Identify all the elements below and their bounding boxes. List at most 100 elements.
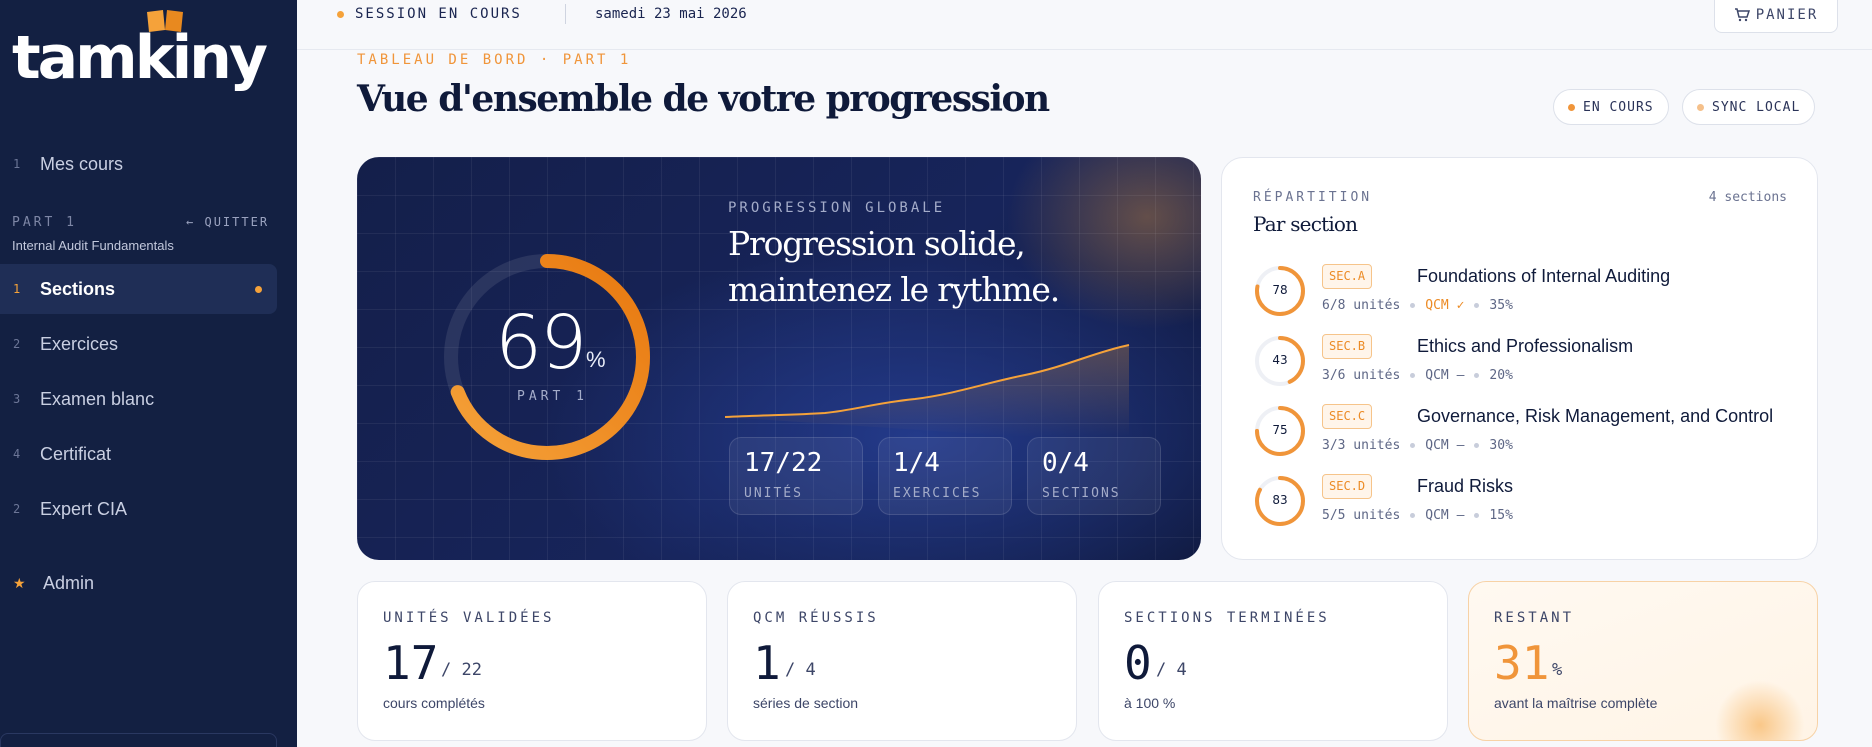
global-progress-card: 69 % PART 1 PROGRESSION GLOBALE Progress… bbox=[357, 157, 1201, 560]
kpi-note: avant la maîtrise complète bbox=[1494, 695, 1658, 711]
sidebar-item-certificat[interactable]: 4 Certificat bbox=[0, 429, 277, 479]
hero-eyebrow: PROGRESSION GLOBALE bbox=[728, 200, 946, 216]
kpi-card-qcm: QCM RÉUSSIS 1 / 4 séries de section bbox=[727, 581, 1077, 741]
kpi-label: RESTANT bbox=[1494, 610, 1575, 626]
section-tag: SEC.D bbox=[1322, 474, 1373, 499]
section-weight: 30% bbox=[1489, 438, 1513, 453]
sidebar-item-admin[interactable]: Admin bbox=[43, 573, 94, 594]
kpi-note: à 100 % bbox=[1124, 695, 1176, 711]
part-label: PART 1 bbox=[12, 215, 77, 230]
session-label: SESSION EN COURS bbox=[355, 6, 522, 22]
kpi-note: séries de section bbox=[753, 695, 859, 711]
session-status-dot bbox=[337, 11, 344, 18]
kpi-value: 0 bbox=[1124, 636, 1152, 690]
nav-label: Certificat bbox=[40, 443, 112, 464]
section-row[interactable]: 75 SEC.C Governance, Risk Management, an… bbox=[1253, 404, 1793, 464]
card-eyebrow: RÉPARTITION bbox=[1253, 190, 1373, 205]
stat-label: UNITÉS bbox=[744, 486, 803, 501]
section-qcm-status: QCM — bbox=[1425, 368, 1465, 383]
arrow-left-icon: ← bbox=[186, 215, 196, 229]
progress-value: 69 bbox=[495, 300, 587, 386]
sidebar-item-mes-cours[interactable]: 1 Mes cours bbox=[0, 139, 277, 189]
section-score: 75 bbox=[1272, 423, 1288, 437]
stat-value: 17/22 bbox=[744, 448, 823, 478]
stat-label: EXERCICES bbox=[893, 486, 982, 501]
section-weight: 35% bbox=[1489, 298, 1513, 313]
course-name: Internal Audit Fundamentals bbox=[12, 238, 174, 253]
section-meta: 6/8 unités QCM ✓ 35% bbox=[1322, 298, 1513, 313]
nav-number: 2 bbox=[13, 337, 21, 351]
section-row[interactable]: 78 SEC.A Foundations of Internal Auditin… bbox=[1253, 264, 1793, 324]
status-dot bbox=[1697, 103, 1704, 111]
kpi-sub: / 22 bbox=[441, 660, 482, 680]
sidebar-item-expert-cia[interactable]: 2 Expert CIA bbox=[0, 484, 277, 534]
nav-number: 4 bbox=[13, 447, 21, 461]
section-units: 3/6 unités bbox=[1322, 368, 1401, 383]
divider bbox=[565, 4, 566, 24]
pill-label: SYNC LOCAL bbox=[1712, 99, 1801, 115]
nav-number: 1 bbox=[13, 282, 21, 296]
section-qcm-status: QCM ✓ bbox=[1425, 298, 1465, 313]
nav-number: 3 bbox=[13, 392, 21, 406]
section-name: Fraud Risks bbox=[1417, 476, 1514, 496]
section-row[interactable]: 43 SEC.B Ethics and Professionalism 3/6 … bbox=[1253, 334, 1793, 394]
section-score: 83 bbox=[1272, 493, 1288, 507]
section-name: Governance, Risk Management, and Control bbox=[1417, 406, 1774, 426]
stat-units: 17/22 UNITÉS bbox=[729, 437, 863, 515]
quit-link[interactable]: ← QUITTER bbox=[186, 215, 269, 229]
kpi-value: 1 bbox=[753, 636, 781, 690]
status-dot bbox=[1568, 103, 1575, 111]
kpi-value: 17 bbox=[383, 636, 439, 690]
card-title: Par section bbox=[1253, 212, 1358, 236]
active-indicator-dot bbox=[255, 285, 262, 293]
kpi-label: UNITÉS VALIDÉES bbox=[383, 610, 555, 626]
kpi-label: QCM RÉUSSIS bbox=[753, 610, 879, 626]
sidebar-item-exercices[interactable]: 2 Exercices bbox=[0, 319, 277, 369]
current-date: samedi 23 mai 2026 bbox=[595, 6, 747, 22]
section-tag: SEC.B bbox=[1322, 334, 1373, 359]
section-tag: SEC.C bbox=[1322, 404, 1373, 429]
status-pill-en-cours[interactable]: EN COURS bbox=[1553, 89, 1669, 125]
pill-label: EN COURS bbox=[1583, 99, 1654, 115]
nav-number: 2 bbox=[13, 502, 21, 516]
section-meta: 3/6 unités QCM — 20% bbox=[1322, 368, 1513, 383]
app-logo[interactable]: tamkiny bbox=[12, 28, 268, 88]
sidebar-item-examen-blanc[interactable]: 3 Examen blanc bbox=[0, 374, 277, 424]
progress-label: PART 1 bbox=[517, 389, 588, 404]
section-meta: 3/3 unités QCM — 30% bbox=[1322, 438, 1513, 453]
section-units: 5/5 unités bbox=[1322, 508, 1401, 523]
sidebar-user-panel[interactable] bbox=[0, 733, 277, 747]
decorative-glow bbox=[1715, 680, 1805, 740]
section-units: 3/3 unités bbox=[1322, 438, 1401, 453]
cart-label: PANIER bbox=[1755, 6, 1819, 23]
status-pill-sync-local[interactable]: SYNC LOCAL bbox=[1682, 89, 1816, 125]
section-score: 43 bbox=[1272, 353, 1288, 367]
hero-title: Progression solide, maintenez le rythme. bbox=[728, 224, 1060, 309]
kpi-card-units: UNITÉS VALIDÉES 17 / 22 cours complétés bbox=[357, 581, 707, 741]
section-qcm-status: QCM — bbox=[1425, 438, 1465, 453]
stat-value: 1/4 bbox=[893, 448, 940, 478]
top-bar: SESSION EN COURS samedi 23 mai 2026 PANI… bbox=[297, 0, 1872, 50]
section-weight: 15% bbox=[1489, 508, 1513, 523]
kpi-card-remaining: RESTANT 31 % avant la maîtrise complète bbox=[1468, 581, 1818, 741]
cart-button[interactable]: PANIER bbox=[1714, 0, 1838, 33]
stat-label: SECTIONS bbox=[1042, 486, 1121, 501]
sections-breakdown-card: RÉPARTITION 4 sections Par section 78 SE… bbox=[1221, 157, 1818, 560]
section-units: 6/8 unités bbox=[1322, 298, 1401, 313]
page-eyebrow: TABLEAU DE BORD · PART 1 bbox=[357, 52, 632, 68]
section-name: Ethics and Professionalism bbox=[1417, 336, 1634, 356]
nav-label: Exercices bbox=[40, 333, 119, 354]
sections-count: 4 sections bbox=[1708, 190, 1787, 205]
nav-number: 1 bbox=[13, 157, 21, 171]
section-name: Foundations of Internal Auditing bbox=[1417, 266, 1671, 286]
sidebar: tamkiny 1 Mes cours PART 1 ← QUITTER Int… bbox=[0, 0, 297, 747]
section-tag: SEC.A bbox=[1322, 264, 1373, 289]
quit-label: QUITTER bbox=[204, 215, 270, 229]
kpi-label: SECTIONS TERMINÉES bbox=[1124, 610, 1330, 626]
section-row[interactable]: 83 SEC.D Fraud Risks 5/5 unités QCM — 15% bbox=[1253, 474, 1793, 534]
sidebar-item-sections[interactable]: 1 Sections bbox=[0, 264, 277, 314]
kpi-sub: / 4 bbox=[785, 660, 816, 680]
kpi-value: 31 bbox=[1494, 636, 1550, 690]
section-weight: 20% bbox=[1489, 368, 1513, 383]
kpi-card-sections: SECTIONS TERMINÉES 0 / 4 à 100 % bbox=[1098, 581, 1448, 741]
